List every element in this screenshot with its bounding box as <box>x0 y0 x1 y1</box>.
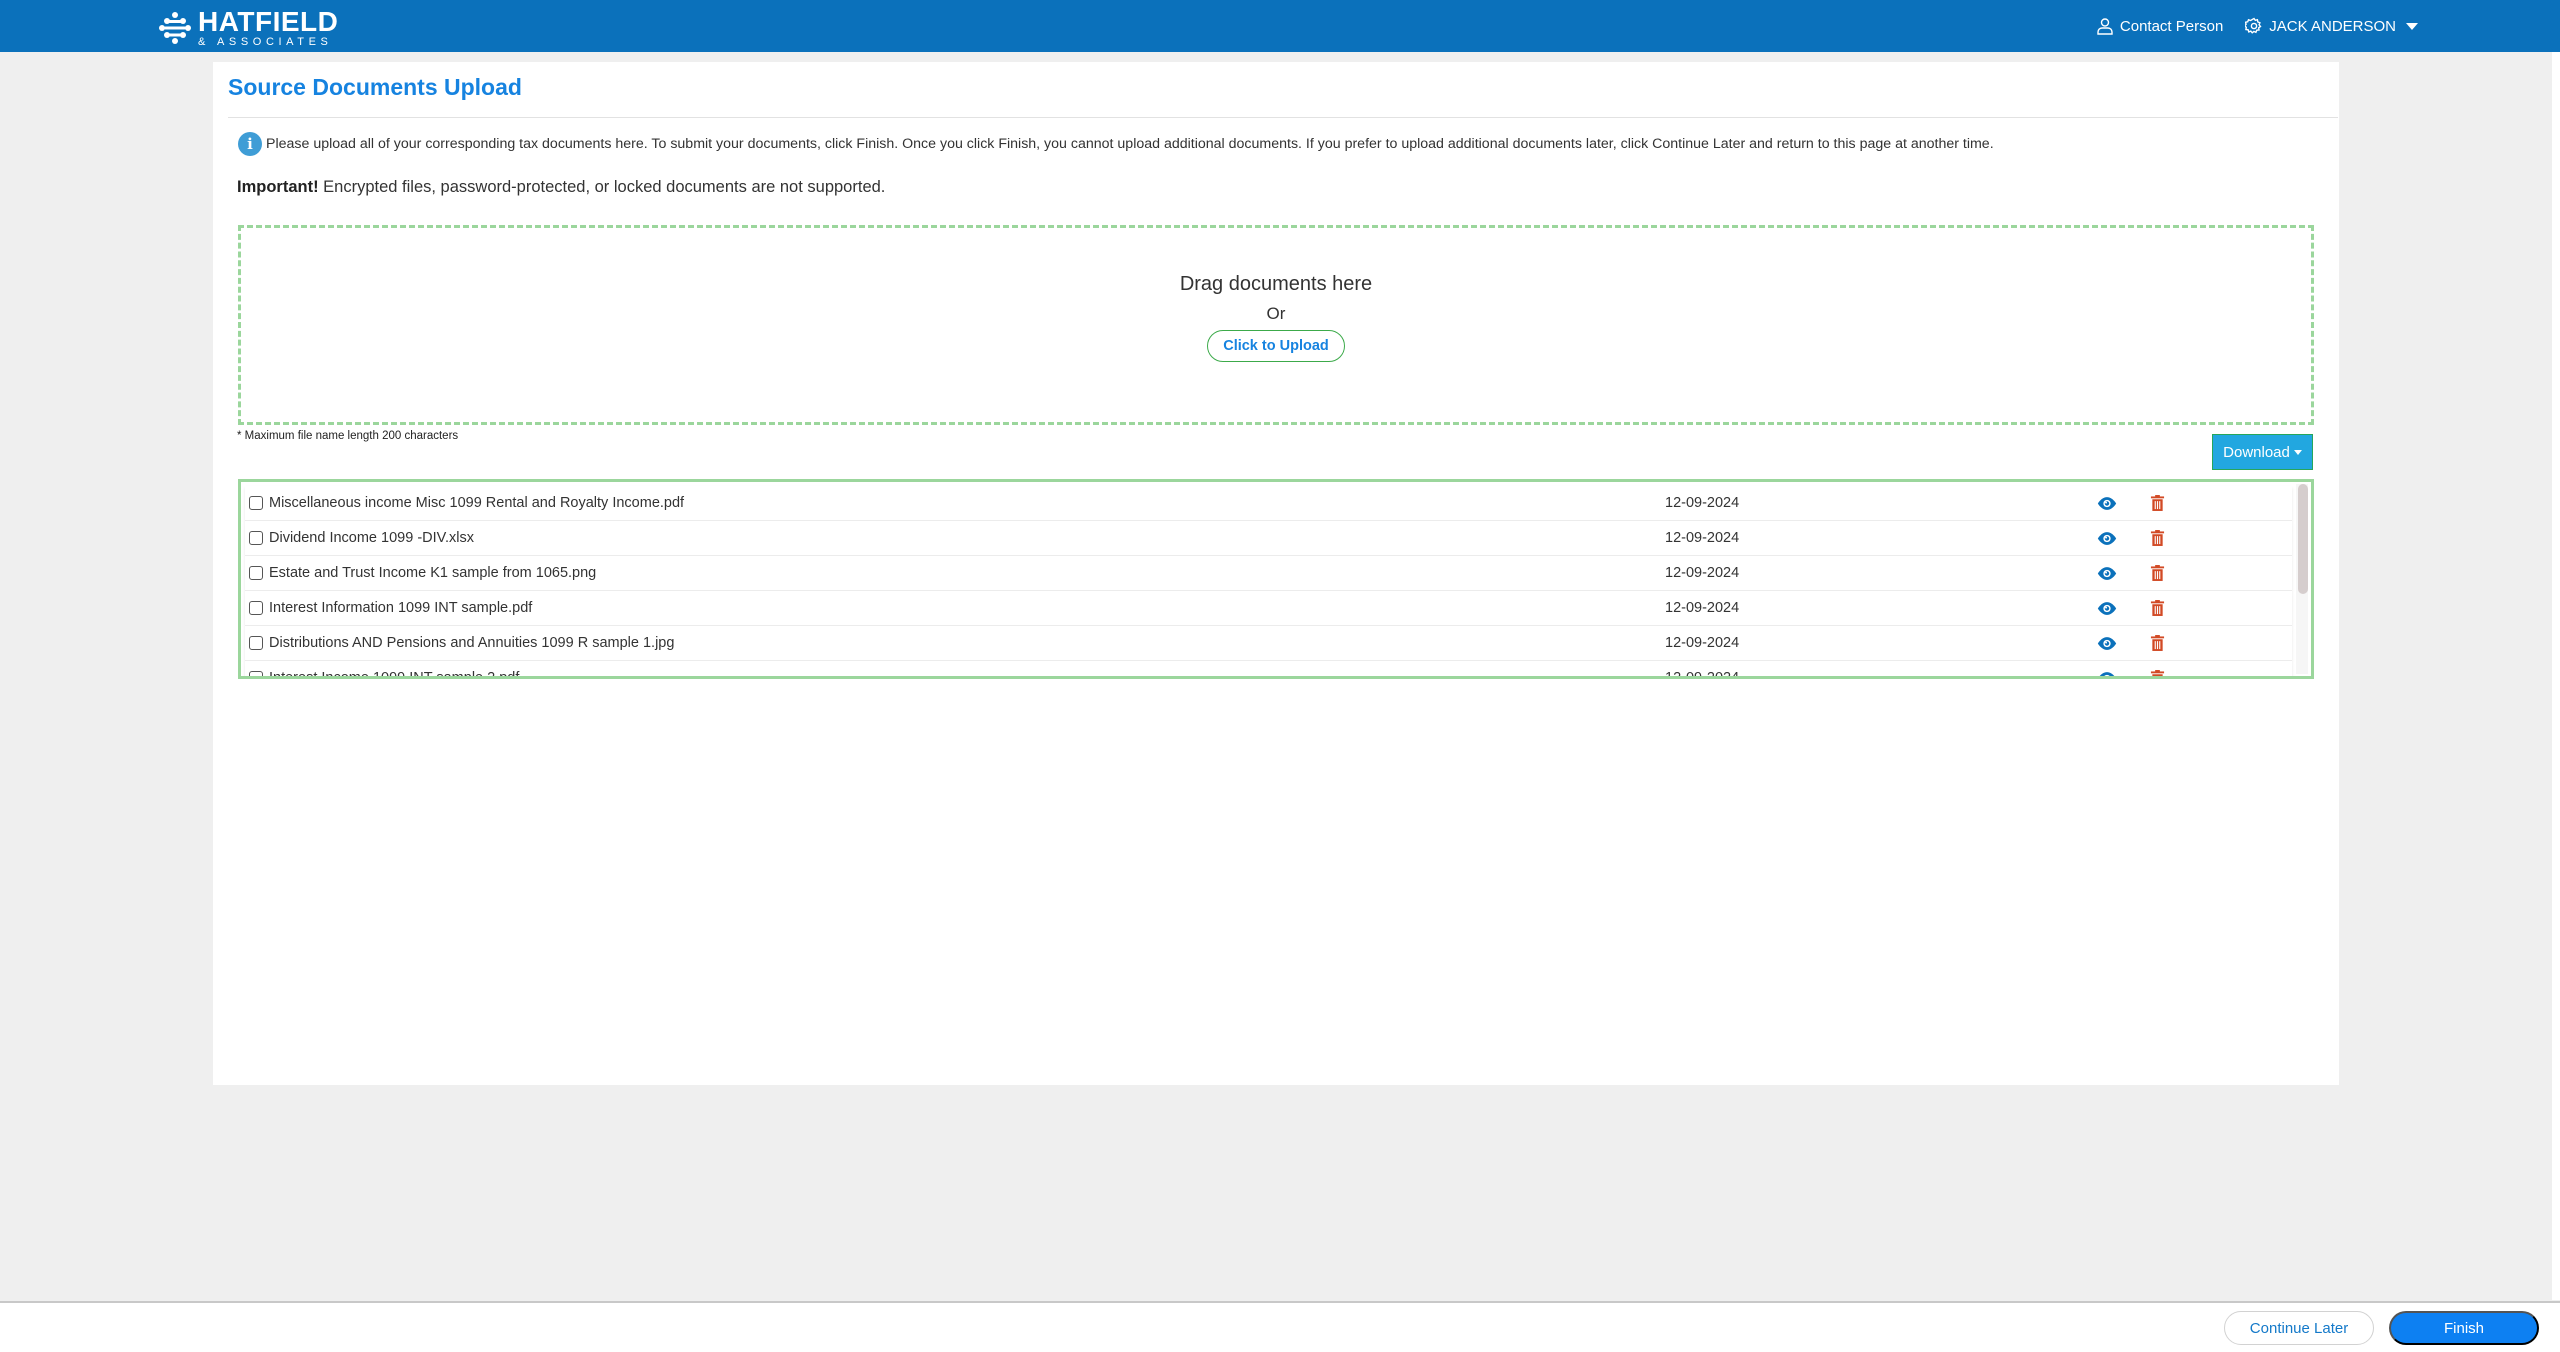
user-menu[interactable]: JACK ANDERSON <box>2245 17 2418 35</box>
contact-person-link[interactable]: Contact Person <box>2096 17 2223 35</box>
info-icon: i <box>238 132 262 156</box>
continue-later-button[interactable]: Continue Later <box>2224 1311 2374 1345</box>
file-row: Dividend Income 1099 -DIV.xlsx 12-09-202… <box>245 521 2292 556</box>
file-date: 12-09-2024 <box>1665 670 2095 679</box>
file-row: Distributions AND Pensions and Annuities… <box>245 626 2292 661</box>
page-title: Source Documents Upload <box>228 74 522 101</box>
view-eye-icon[interactable] <box>2095 668 2119 679</box>
file-row: Interest Income 1099 INT sample 2.pdf 12… <box>245 661 2292 679</box>
file-name: Miscellaneous income Misc 1099 Rental an… <box>269 495 1665 511</box>
delete-trash-icon[interactable] <box>2145 633 2169 653</box>
finish-button[interactable]: Finish <box>2389 1311 2539 1345</box>
download-dropdown-button[interactable]: Download <box>2212 434 2313 470</box>
file-checkbox[interactable] <box>249 531 263 545</box>
top-navigation-bar: HATFIELD & ASSOCIATES Contact Person JAC… <box>0 0 2560 52</box>
file-date: 12-09-2024 <box>1665 635 2095 651</box>
view-eye-icon[interactable] <box>2095 598 2119 618</box>
file-name: Estate and Trust Income K1 sample from 1… <box>269 565 1665 581</box>
important-label: Important! <box>237 178 319 196</box>
info-message: i Please upload all of your correspondin… <box>238 132 1994 156</box>
important-text: Encrypted files, password-protected, or … <box>319 178 886 196</box>
logo-main-text: HATFIELD <box>198 8 338 36</box>
file-name: Interest Information 1099 INT sample.pdf <box>269 600 1665 616</box>
click-to-upload-button[interactable]: Click to Upload <box>1207 330 1345 362</box>
file-row: Interest Information 1099 INT sample.pdf… <box>245 591 2292 626</box>
view-eye-icon[interactable] <box>2095 493 2119 513</box>
file-date: 12-09-2024 <box>1665 530 2095 546</box>
view-eye-icon[interactable] <box>2095 528 2119 548</box>
user-name-label: JACK ANDERSON <box>2269 18 2396 35</box>
file-checkbox[interactable] <box>249 601 263 615</box>
delete-trash-icon[interactable] <box>2145 563 2169 583</box>
view-eye-icon[interactable] <box>2095 563 2119 583</box>
file-checkbox[interactable] <box>249 636 263 650</box>
file-checkbox[interactable] <box>249 671 263 679</box>
logo-sub-text: & ASSOCIATES <box>198 37 338 48</box>
file-date: 12-09-2024 <box>1665 495 2095 511</box>
important-notice: Important! Encrypted files, password-pro… <box>237 178 885 197</box>
file-row: Estate and Trust Income K1 sample from 1… <box>245 556 2292 591</box>
hatfield-logo[interactable]: HATFIELD & ASSOCIATES <box>158 8 338 48</box>
delete-trash-icon[interactable] <box>2145 493 2169 513</box>
download-label: Download <box>2223 444 2290 461</box>
drop-zone-or: Or <box>1267 304 1286 324</box>
delete-trash-icon[interactable] <box>2145 598 2169 618</box>
footer-bar: Continue Later Finish <box>0 1301 2560 1352</box>
delete-trash-icon[interactable] <box>2145 528 2169 548</box>
title-divider <box>228 117 2338 118</box>
right-gutter <box>2552 52 2560 1300</box>
file-name: Interest Income 1099 INT sample 2.pdf <box>269 670 1665 679</box>
file-checkbox[interactable] <box>249 566 263 580</box>
file-name: Distributions AND Pensions and Annuities… <box>269 635 1665 651</box>
gear-icon <box>2245 17 2263 35</box>
chevron-down-icon <box>2406 23 2418 30</box>
file-drop-zone[interactable]: Drag documents here Or Click to Upload <box>238 225 2314 425</box>
file-checkbox[interactable] <box>249 496 263 510</box>
file-date: 12-09-2024 <box>1665 600 2095 616</box>
max-filename-note: * Maximum file name length 200 character… <box>237 430 458 442</box>
upload-panel: Source Documents Upload i Please upload … <box>213 62 2339 1085</box>
delete-trash-icon[interactable] <box>2145 668 2169 679</box>
info-text: Please upload all of your corresponding … <box>266 136 1994 152</box>
uploaded-files-list: Miscellaneous income Misc 1099 Rental an… <box>238 479 2314 679</box>
view-eye-icon[interactable] <box>2095 633 2119 653</box>
file-date: 12-09-2024 <box>1665 565 2095 581</box>
file-row: Miscellaneous income Misc 1099 Rental an… <box>245 486 2292 521</box>
drop-zone-title: Drag documents here <box>1180 273 1372 296</box>
person-icon <box>2096 17 2114 35</box>
caret-down-icon <box>2294 450 2302 455</box>
logo-mark-icon <box>158 11 192 45</box>
file-name: Dividend Income 1099 -DIV.xlsx <box>269 530 1665 546</box>
scrollbar-thumb[interactable] <box>2298 484 2308 594</box>
contact-person-label: Contact Person <box>2120 18 2223 35</box>
